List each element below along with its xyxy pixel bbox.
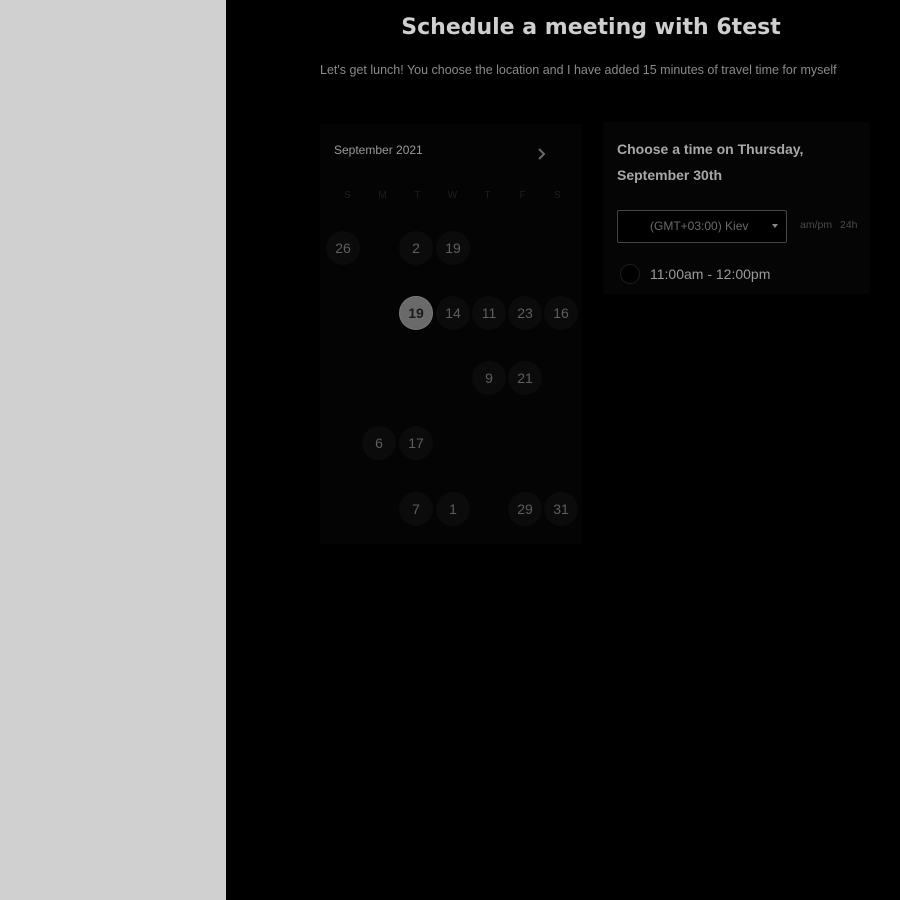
page-title: Schedule a meeting with 6test xyxy=(401,15,781,40)
calendar-day[interactable]: 2 xyxy=(399,231,433,265)
timezone-select[interactable]: (GMT+03:00) Kiev xyxy=(617,210,787,243)
format-ampm-toggle[interactable]: am/pm xyxy=(800,219,832,231)
month-label: September 2021 xyxy=(334,143,423,157)
format-24h-toggle[interactable]: 24h xyxy=(840,219,858,231)
time-panel-heading: Choose a time on Thursday, September 30t… xyxy=(617,141,804,183)
caret-down-icon xyxy=(772,224,778,228)
next-month-button[interactable] xyxy=(532,143,552,165)
calendar-day[interactable]: 17 xyxy=(399,426,433,460)
calendar-day[interactable]: 16 xyxy=(544,296,578,330)
calendar-day[interactable]: 29 xyxy=(508,492,542,526)
weekday-label: S xyxy=(554,190,561,201)
weekday-label: S xyxy=(344,190,351,201)
calendar-panel xyxy=(320,124,582,544)
calendar-day[interactable]: 19 xyxy=(436,231,470,265)
calendar-day[interactable]: 9 xyxy=(472,361,506,395)
time-slot-label: 11:00am - 12:00pm xyxy=(650,266,771,282)
weekday-header: S M T W T F S xyxy=(330,190,575,204)
calendar-day[interactable]: 11 xyxy=(472,296,506,330)
calendar-day[interactable]: 1 xyxy=(436,492,470,526)
calendar-day[interactable]: 23 xyxy=(508,296,542,330)
weekday-label: F xyxy=(519,190,526,201)
left-panel xyxy=(0,0,226,900)
radio-icon[interactable] xyxy=(620,264,640,284)
timezone-value: (GMT+03:00) Kiev xyxy=(650,219,749,233)
weekday-label: T xyxy=(484,190,491,201)
calendar-day[interactable]: 31 xyxy=(544,492,578,526)
page-description: Let's get lunch! You choose the location… xyxy=(320,63,837,77)
chevron-right-icon xyxy=(538,148,546,160)
calendar-day[interactable]: 26 xyxy=(326,231,360,265)
weekday-label: T xyxy=(414,190,421,201)
calendar-day[interactable]: 7 xyxy=(399,492,433,526)
weekday-label: M xyxy=(378,190,387,201)
time-slot[interactable]: 11:00am - 12:00pm xyxy=(617,262,857,288)
calendar-day[interactable]: 6 xyxy=(362,426,396,460)
calendar-day-selected[interactable]: 19 xyxy=(399,296,433,330)
calendar-day[interactable]: 14 xyxy=(436,296,470,330)
calendar-day[interactable]: 21 xyxy=(508,361,542,395)
weekday-label: W xyxy=(447,190,458,201)
